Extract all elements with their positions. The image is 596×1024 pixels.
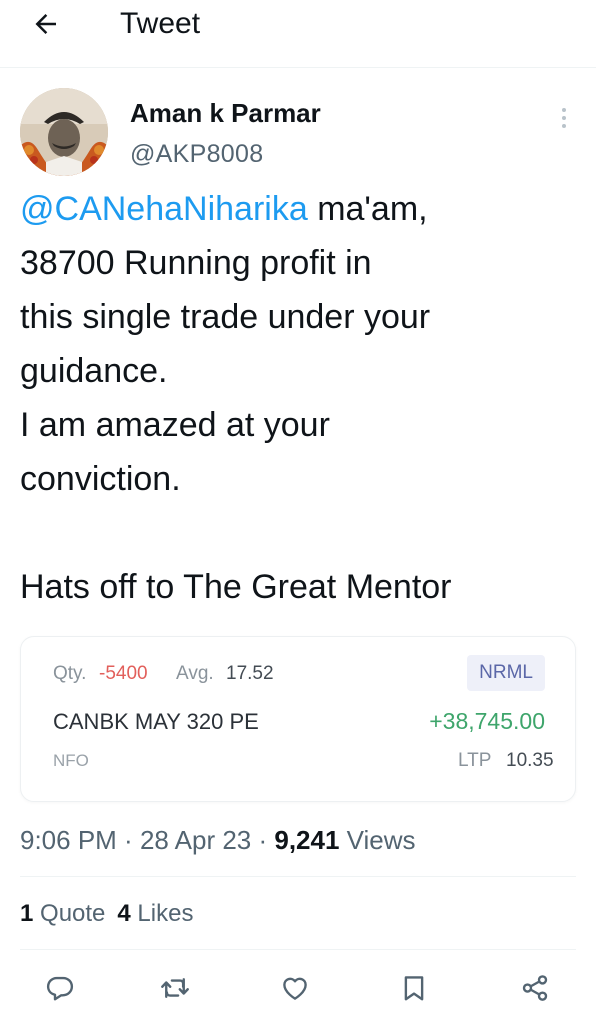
tweet-date[interactable]: 28 Apr 23 xyxy=(140,825,251,855)
bookmark-icon xyxy=(404,976,424,1001)
top-bar: Tweet xyxy=(0,0,596,68)
reply-icon xyxy=(46,976,74,1001)
ltp-value: 10.35 xyxy=(506,750,554,771)
tweet-meta: 9:06 PM · 28 Apr 23 · 9,241 Views xyxy=(20,820,416,860)
tweet-line: 38700 Running profit in xyxy=(20,244,372,282)
qty-label: Qty. xyxy=(53,663,87,684)
divider xyxy=(20,949,576,950)
tweet-text: @CANehaNiharika ma'am, 38700 Running pro… xyxy=(20,182,580,614)
avg-label: Avg. xyxy=(176,663,214,684)
tweet-line: I am amazed at your xyxy=(20,406,330,444)
tweet-line: conviction. xyxy=(20,460,181,498)
likes-count: 4 xyxy=(117,900,131,927)
views-count: 9,241 xyxy=(274,825,340,855)
more-dot xyxy=(562,116,566,120)
author-name[interactable]: Aman k Parmar xyxy=(130,96,321,130)
page-title: Tweet xyxy=(120,7,201,40)
share-icon xyxy=(522,975,548,1001)
mention-link[interactable]: @CANehaNiharika xyxy=(20,190,308,228)
more-options-button[interactable] xyxy=(550,100,578,136)
views-label: Views xyxy=(339,825,416,855)
tweet-line: Hats off to The Great Mentor xyxy=(20,568,452,606)
tweet-text-segment: ma'am, xyxy=(307,190,428,228)
likes-stat[interactable]: 4 Likes xyxy=(117,900,193,927)
like-icon xyxy=(283,977,307,1000)
author-handle[interactable]: @AKP8008 xyxy=(130,137,263,171)
quotes-label: Quote xyxy=(33,900,106,927)
action-bar xyxy=(0,965,596,1015)
exchange-label: NFO xyxy=(53,751,89,770)
qty-value: -5400 xyxy=(99,663,148,684)
ltp-label: LTP xyxy=(458,750,492,771)
like-button[interactable] xyxy=(272,965,318,1011)
pnl-value: +38,745.00 xyxy=(429,708,545,734)
meta-separator: · xyxy=(116,825,140,855)
arrow-left-icon xyxy=(35,14,56,34)
engagement-stats: 1 Quote 4 Likes xyxy=(20,894,193,934)
back-button[interactable] xyxy=(22,4,70,44)
meta-separator: · xyxy=(251,825,275,855)
tweet-time[interactable]: 9:06 PM xyxy=(20,825,117,855)
product-badge: NRML xyxy=(467,655,545,691)
position-card-image[interactable]: Qty. -5400 Avg. 17.52 NRML CANBK MAY 320… xyxy=(20,636,576,802)
bookmark-button[interactable] xyxy=(391,965,437,1011)
avg-value: 17.52 xyxy=(226,663,274,684)
tweet-line: this single trade under your xyxy=(20,298,431,336)
retweet-icon xyxy=(161,978,189,998)
likes-label: Likes xyxy=(130,900,194,927)
avatar[interactable] xyxy=(20,88,108,176)
tweet-line: @CANehaNiharika ma'am, xyxy=(20,182,580,236)
tweet-line: guidance. xyxy=(20,352,168,390)
profile-photo xyxy=(20,88,108,176)
quotes-count: 1 xyxy=(20,900,34,927)
share-button[interactable] xyxy=(512,965,558,1011)
instrument-symbol: CANBK MAY 320 PE xyxy=(53,709,259,734)
divider xyxy=(20,876,576,877)
quotes-stat[interactable]: 1 Quote xyxy=(20,900,105,927)
retweet-button[interactable] xyxy=(152,965,198,1011)
reply-button[interactable] xyxy=(37,965,83,1011)
more-dot xyxy=(562,108,566,112)
more-dot xyxy=(562,124,566,128)
